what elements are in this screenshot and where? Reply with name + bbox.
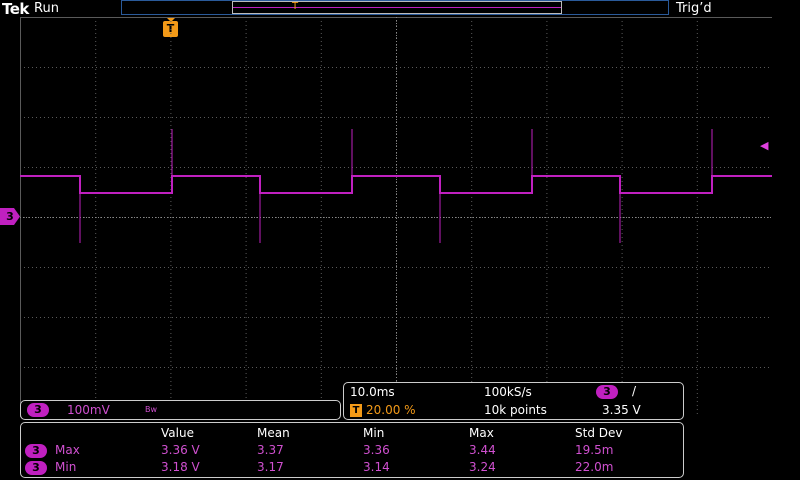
time-per-div: 10.0ms	[350, 385, 395, 399]
measurement-mean: 3.37	[257, 443, 284, 457]
trigger-status: Trig’d	[676, 1, 712, 16]
measurement-min: 3.14	[363, 460, 390, 474]
record-length: 10k points	[484, 403, 547, 417]
trigger-slope-icon: /	[632, 384, 637, 398]
measurement-max: 3.44	[469, 443, 496, 457]
trigger-position-percent: 20.00 %	[366, 403, 416, 417]
measurement-row-min[interactable]: 3 Min 3.18 V 3.17 3.14 3.24 22.0m	[21, 460, 683, 476]
volts-per-div: 100mV	[67, 403, 110, 417]
status-bar: Tek Run T Trig’d	[0, 0, 800, 18]
header-std-dev: Std Dev	[575, 426, 623, 440]
channel-3-waveform	[20, 175, 772, 194]
measurement-value: 3.18 V	[161, 460, 200, 474]
measurement-std-dev: 19.5m	[575, 443, 614, 457]
graticule[interactable]	[20, 17, 772, 417]
trigger-level-arrow-icon: ◀	[760, 139, 769, 152]
measurement-mean: 3.17	[257, 460, 284, 474]
record-trace-overview	[233, 7, 561, 8]
trigger-level: 3.35 V	[602, 403, 641, 417]
record-trigger-icon: T	[292, 1, 299, 12]
trigger-source-badge: 3	[596, 385, 618, 399]
measurement-header-row: Value Mean Min Max Std Dev	[21, 426, 683, 442]
acquisition-state[interactable]: Run	[34, 1, 59, 16]
channel-3-ground-marker[interactable]: 3	[0, 208, 20, 225]
measurement-row-max[interactable]: 3 Max 3.36 V 3.37 3.36 3.44 19.5m	[21, 443, 683, 459]
channel-badge: 3	[27, 403, 49, 417]
header-min: Min	[363, 426, 385, 440]
measurement-name: Min	[55, 460, 77, 474]
channel-settings-panel[interactable]: 3 100mV Bw	[20, 400, 341, 420]
header-value: Value	[161, 426, 194, 440]
measurement-channel-badge: 3	[25, 444, 47, 458]
measurement-std-dev: 22.0m	[575, 460, 614, 474]
sample-rate: 100kS/s	[484, 385, 532, 399]
measurement-name: Max	[55, 443, 80, 457]
brand-logo: Tek	[2, 0, 29, 18]
measurement-max: 3.24	[469, 460, 496, 474]
grid-lines	[20, 17, 772, 417]
measurement-channel-badge: 3	[25, 461, 47, 475]
measurement-min: 3.36	[363, 443, 390, 457]
timebase-trigger-panel[interactable]: 10.0ms 100kS/s 3 / T 20.00 % 10k points …	[343, 382, 684, 420]
header-max: Max	[469, 426, 494, 440]
bandwidth-limit-icon: Bw	[145, 405, 158, 414]
header-mean: Mean	[257, 426, 290, 440]
measurement-value: 3.36 V	[161, 443, 200, 457]
trigger-position-icon: T	[350, 404, 362, 417]
measurements-panel[interactable]: Value Mean Min Max Std Dev 3 Max 3.36 V …	[20, 422, 684, 478]
